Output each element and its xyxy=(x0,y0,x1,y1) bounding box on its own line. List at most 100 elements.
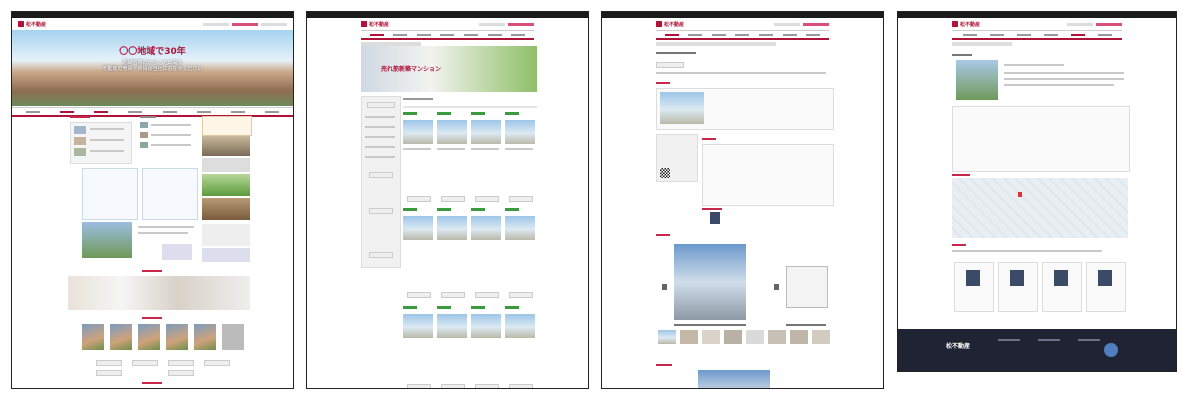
listing-thumb[interactable] xyxy=(74,126,86,134)
link-button[interactable] xyxy=(132,360,158,366)
nav-item[interactable] xyxy=(989,33,1004,36)
link-button[interactable] xyxy=(96,360,122,366)
handshake-banner[interactable] xyxy=(202,136,250,156)
gallery-thumb[interactable] xyxy=(812,330,830,344)
nav-item[interactable] xyxy=(759,33,774,36)
nav-item[interactable] xyxy=(230,110,245,113)
listing-photo[interactable] xyxy=(471,120,501,144)
property-thumb[interactable] xyxy=(138,324,160,350)
gallery-thumb[interactable] xyxy=(724,330,742,344)
site-logo[interactable]: 松不動産 xyxy=(361,21,389,28)
staff-banner[interactable] xyxy=(68,276,250,310)
nav-item[interactable] xyxy=(26,110,41,113)
nav-item[interactable] xyxy=(1016,33,1031,36)
promo-banner[interactable] xyxy=(202,158,250,172)
footer-link[interactable] xyxy=(1038,339,1060,341)
nav-item[interactable] xyxy=(962,33,977,36)
favorite-button[interactable] xyxy=(656,62,684,68)
nav-item[interactable] xyxy=(416,33,431,36)
footer-link[interactable] xyxy=(1078,339,1100,341)
site-logo[interactable]: 松不動産 xyxy=(18,21,46,28)
staff-photo[interactable] xyxy=(82,222,132,258)
gallery-thumb[interactable] xyxy=(746,330,764,344)
header-link[interactable] xyxy=(479,22,505,26)
promo-photo[interactable] xyxy=(202,198,250,220)
nav-item[interactable] xyxy=(1070,33,1085,36)
detail-button[interactable] xyxy=(509,292,533,298)
header-link[interactable] xyxy=(203,22,229,26)
link-button[interactable] xyxy=(204,360,230,366)
detail-button[interactable] xyxy=(509,196,533,202)
nav-item[interactable] xyxy=(806,33,821,36)
nav-item[interactable] xyxy=(128,110,143,113)
nav-item[interactable] xyxy=(688,33,703,36)
nav-item[interactable] xyxy=(782,33,797,36)
detail-button[interactable] xyxy=(509,384,533,388)
detail-button[interactable] xyxy=(441,384,465,388)
chevron-right-icon[interactable] xyxy=(774,284,779,290)
nav-item[interactable] xyxy=(196,110,211,113)
promo-photo[interactable] xyxy=(202,248,250,262)
nav-item[interactable] xyxy=(440,33,455,36)
header-link[interactable] xyxy=(232,22,258,26)
nav-item[interactable] xyxy=(264,110,279,113)
detail-button[interactable] xyxy=(475,196,499,202)
floor-plan-image[interactable] xyxy=(786,266,828,308)
detail-button[interactable] xyxy=(441,196,465,202)
promo-photo[interactable] xyxy=(202,174,250,196)
detail-button[interactable] xyxy=(407,384,431,388)
listing-photo[interactable] xyxy=(403,216,433,240)
home-icon[interactable] xyxy=(222,324,244,350)
surroundings-image[interactable] xyxy=(698,370,770,388)
site-logo[interactable]: 松不動産 xyxy=(656,21,684,28)
gallery-main-image[interactable] xyxy=(674,244,746,320)
header-link[interactable] xyxy=(803,22,829,26)
listing-thumb[interactable] xyxy=(74,137,86,145)
header-link[interactable] xyxy=(508,22,534,26)
access-map[interactable] xyxy=(952,178,1128,238)
listing-photo[interactable] xyxy=(505,216,535,240)
news-thumb[interactable] xyxy=(140,122,148,128)
nav-item[interactable] xyxy=(94,110,109,113)
nav-item[interactable] xyxy=(711,33,726,36)
nav-item[interactable] xyxy=(162,110,177,113)
campaign-banner[interactable] xyxy=(202,116,252,136)
listing-photo[interactable] xyxy=(471,314,501,338)
sidebar-search-button[interactable] xyxy=(369,208,393,214)
news-thumb[interactable] xyxy=(140,142,148,148)
detail-button[interactable] xyxy=(407,292,431,298)
header-link[interactable] xyxy=(1067,22,1093,26)
detail-button[interactable] xyxy=(475,384,499,388)
listing-photo[interactable] xyxy=(437,216,467,240)
property-main-photo[interactable] xyxy=(660,92,704,124)
listing-photo[interactable] xyxy=(471,216,501,240)
site-logo[interactable]: 松不動産 xyxy=(952,21,980,28)
listing-photo[interactable] xyxy=(437,120,467,144)
detail-button[interactable] xyxy=(475,292,499,298)
listing-photo[interactable] xyxy=(403,314,433,338)
nav-item[interactable] xyxy=(664,33,679,36)
gallery-thumb[interactable] xyxy=(702,330,720,344)
property-thumb[interactable] xyxy=(82,324,104,350)
nav-item[interactable] xyxy=(464,33,479,36)
detail-button[interactable] xyxy=(441,292,465,298)
promo-photo[interactable] xyxy=(202,224,250,246)
header-link[interactable] xyxy=(261,22,287,26)
gallery-thumb[interactable] xyxy=(680,330,698,344)
nav-item[interactable] xyxy=(487,33,502,36)
nav-item[interactable] xyxy=(60,110,75,113)
nav-item[interactable] xyxy=(735,33,750,36)
detail-button[interactable] xyxy=(407,196,431,202)
gallery-thumb[interactable] xyxy=(768,330,786,344)
sell-guide-box[interactable] xyxy=(142,168,198,220)
property-thumb[interactable] xyxy=(194,324,216,350)
link-button[interactable] xyxy=(168,370,194,376)
nav-item[interactable] xyxy=(369,33,384,36)
listing-photo[interactable] xyxy=(437,314,467,338)
sidebar-select[interactable] xyxy=(367,102,395,108)
property-thumb[interactable] xyxy=(110,324,132,350)
footer-logo[interactable]: 松不動産 xyxy=(946,341,970,350)
nav-item[interactable] xyxy=(1097,33,1112,36)
news-thumb[interactable] xyxy=(140,132,148,138)
buy-guide-box[interactable] xyxy=(82,168,138,220)
